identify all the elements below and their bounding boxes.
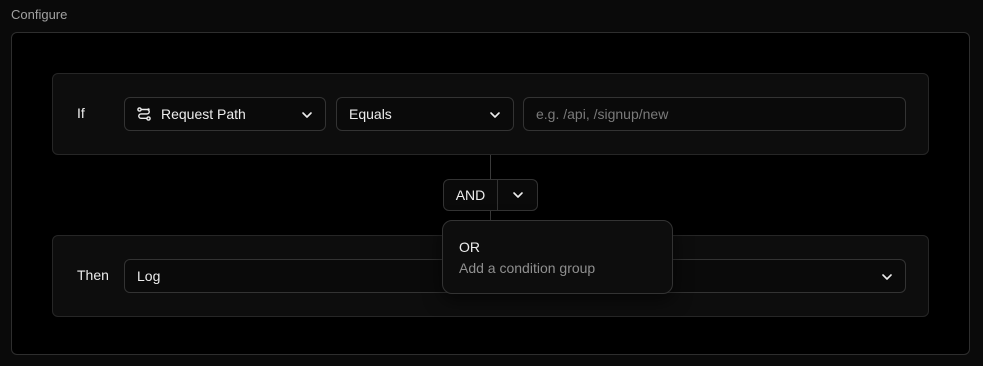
chevron-down-icon — [512, 192, 523, 198]
path-value-input[interactable] — [523, 97, 906, 131]
menu-item-or[interactable]: OR Add a condition group — [459, 239, 595, 277]
field-select-value: Request Path — [161, 106, 246, 122]
section-label: Configure — [11, 7, 68, 22]
condition-card: If Request Path Equals — [52, 73, 929, 155]
then-label: Then — [77, 267, 109, 283]
route-icon — [137, 107, 151, 121]
field-select[interactable]: Request Path — [124, 97, 326, 131]
menu-item-title: OR — [459, 239, 480, 255]
chevron-down-icon — [490, 112, 500, 118]
logic-dropdown-toggle[interactable] — [498, 180, 537, 210]
action-select-value: Log — [137, 268, 161, 284]
menu-item-description: Add a condition group — [459, 260, 596, 276]
operator-select[interactable]: Equals — [336, 97, 514, 131]
logic-dropdown-menu: OR Add a condition group — [442, 220, 673, 294]
and-button[interactable]: AND — [444, 180, 498, 210]
logic-combo-button: AND — [443, 179, 538, 211]
connector-line — [490, 155, 491, 180]
chevron-down-icon — [302, 112, 312, 118]
operator-select-value: Equals — [349, 106, 392, 122]
chevron-down-icon — [882, 274, 892, 280]
if-label: If — [77, 105, 85, 121]
